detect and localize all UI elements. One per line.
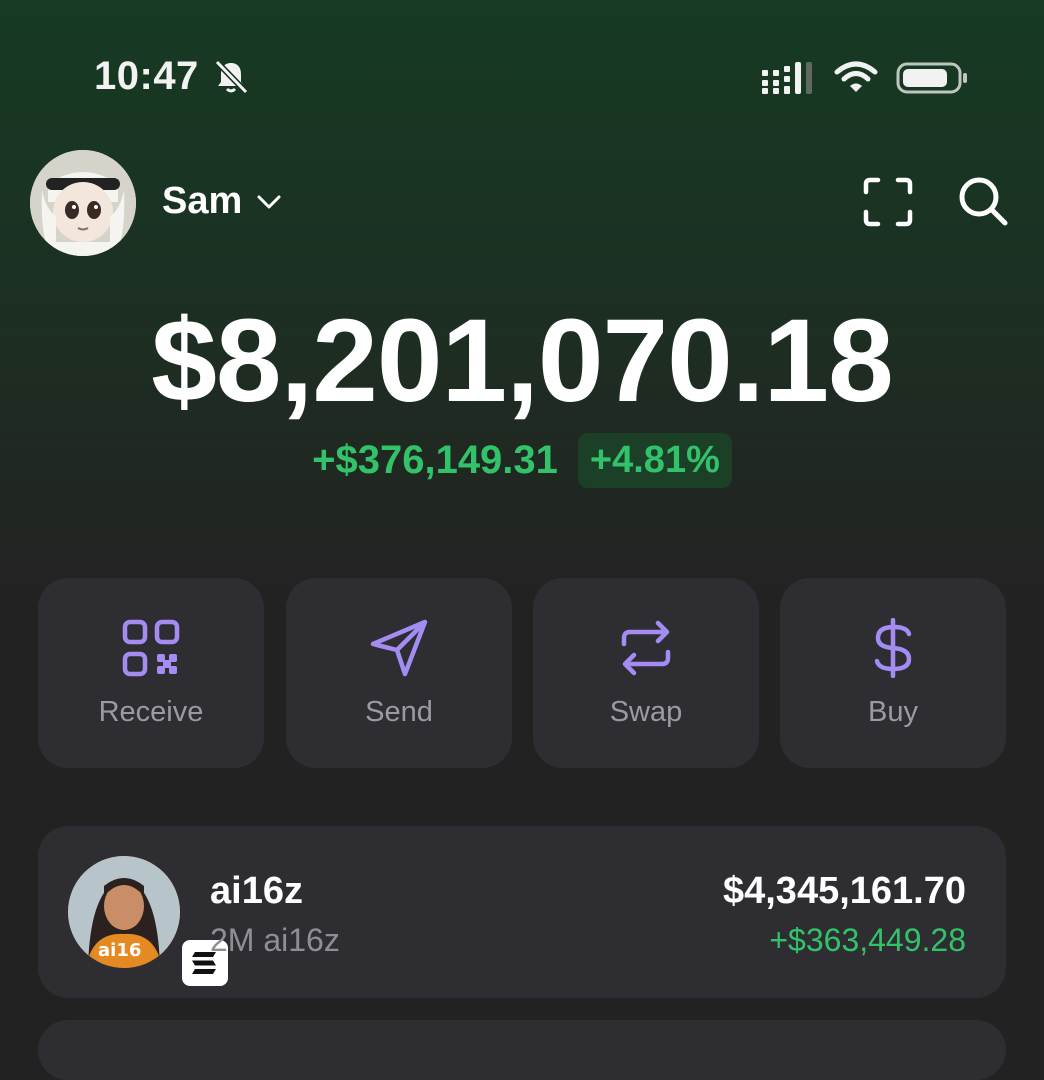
total-balance: $8,201,070.18 xyxy=(151,295,894,427)
scan-icon[interactable] xyxy=(862,176,914,228)
token-amount: 2M ai16z xyxy=(210,922,340,958)
balance-change-value: +$376,149.31 xyxy=(312,437,558,482)
balance-change-row: +$376,149.31 +4.81% xyxy=(0,430,1044,490)
avatar[interactable] xyxy=(30,150,136,256)
send-label: Send xyxy=(365,696,433,728)
search-icon[interactable] xyxy=(956,174,1010,228)
buy-button[interactable]: Buy xyxy=(780,578,1006,768)
battery-icon xyxy=(896,62,967,94)
buy-label: Buy xyxy=(868,696,918,728)
token-change: +$363,449.28 xyxy=(769,922,966,958)
avatar-image xyxy=(30,150,136,256)
token-name: ai16z xyxy=(210,870,303,912)
qr-code-icon xyxy=(122,619,180,677)
swap-button[interactable]: Swap xyxy=(533,578,759,768)
token-avatar-text: ai16 xyxy=(98,940,141,961)
token-avatar: ai16 xyxy=(68,856,180,968)
receive-button[interactable]: Receive xyxy=(38,578,264,768)
swap-arrows-icon xyxy=(621,620,671,676)
bell-slash-icon xyxy=(214,59,249,95)
dollar-icon xyxy=(874,618,912,678)
receive-label: Receive xyxy=(98,696,204,728)
quick-actions: Receive Send Swap Buy xyxy=(38,578,1008,768)
wifi-icon xyxy=(834,61,878,92)
token-value: $4,345,161.70 xyxy=(722,870,966,912)
token-row-next[interactable] xyxy=(38,1020,1006,1080)
account-name[interactable]: Sam xyxy=(162,180,242,223)
balance-change-percent-badge: +4.81% xyxy=(577,432,732,488)
wallet-header: Sam xyxy=(0,140,1044,260)
swap-label: Swap xyxy=(609,696,683,728)
status-bar: 10:47 xyxy=(0,50,1044,110)
status-time: 10:47 xyxy=(94,54,199,98)
token-row-ai16z[interactable]: ai16 ai16z 2M ai16z $4,345,161.70 +$363,… xyxy=(38,826,1006,998)
cellular-signal-icon xyxy=(762,62,812,94)
send-button[interactable]: Send xyxy=(286,578,512,768)
paper-plane-icon xyxy=(370,619,428,677)
chevron-down-icon[interactable] xyxy=(255,188,283,216)
